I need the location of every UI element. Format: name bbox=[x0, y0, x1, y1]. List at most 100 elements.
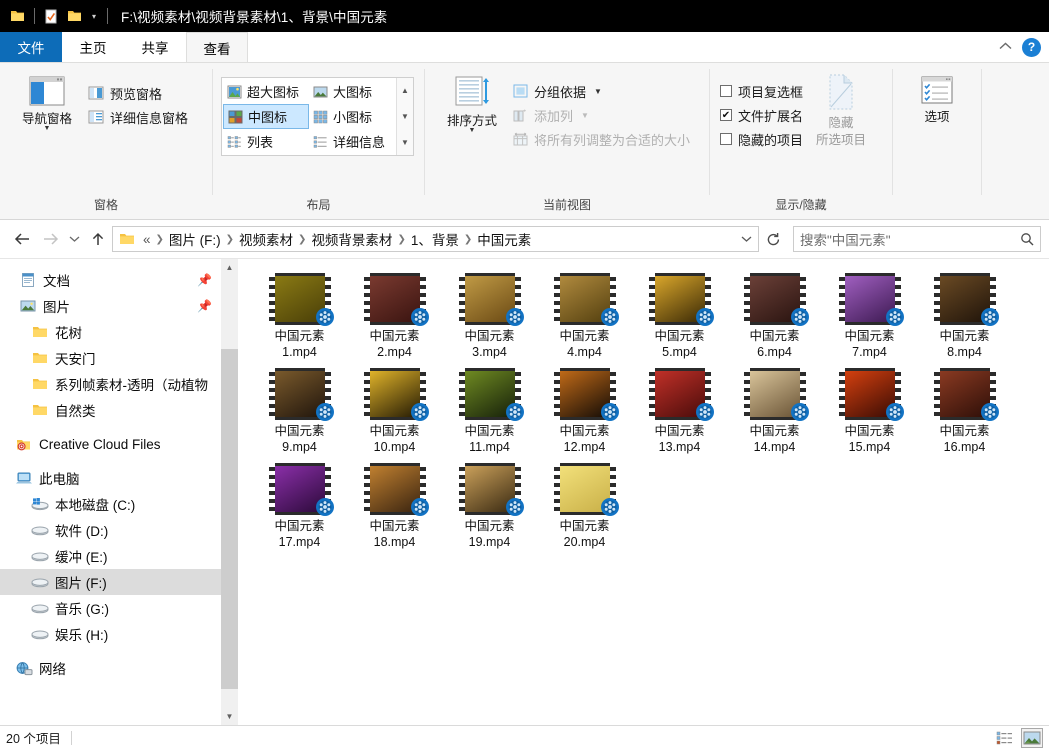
checkbox-checked-icon[interactable]: ✔ bbox=[720, 109, 732, 121]
scrollbar-thumb[interactable] bbox=[221, 349, 238, 689]
sidebar-item-this-pc[interactable]: 此电脑 bbox=[0, 465, 238, 491]
sidebar-item-creative-cloud-files[interactable]: Creative Cloud Files bbox=[0, 431, 238, 457]
checkbox-unchecked-icon[interactable] bbox=[720, 85, 732, 97]
file-thumbnail[interactable] bbox=[648, 368, 714, 421]
file-thumbnail[interactable] bbox=[458, 273, 524, 326]
gallery-expand-icon[interactable]: ▼ bbox=[397, 129, 413, 155]
sidebar-item-drive-d[interactable]: 软件 (D:) bbox=[0, 517, 238, 543]
tab-file[interactable]: 文件 bbox=[0, 32, 62, 62]
folder-icon[interactable] bbox=[6, 5, 28, 27]
sidebar-item-drive-e[interactable]: 缓冲 (E:) bbox=[0, 543, 238, 569]
group-by-button[interactable]: 分组依据 ▼ bbox=[511, 79, 692, 103]
file-item[interactable]: 中国元素 3.mp4 bbox=[442, 269, 537, 364]
checkbox-unchecked-icon[interactable] bbox=[720, 133, 732, 145]
file-thumbnail[interactable] bbox=[743, 368, 809, 421]
layout-list[interactable]: 列表 bbox=[223, 129, 309, 154]
large-icons-view-button[interactable] bbox=[1021, 727, 1043, 748]
file-item[interactable]: 中国元素 20.mp4 bbox=[537, 459, 632, 554]
file-thumbnail[interactable] bbox=[648, 273, 714, 326]
scroll-down-icon[interactable]: ▼ bbox=[221, 708, 238, 725]
breadcrumb-dropdown-icon[interactable] bbox=[736, 225, 756, 253]
tab-home[interactable]: 主页 bbox=[62, 32, 124, 62]
sidebar-item-nature[interactable]: 自然类 bbox=[0, 397, 238, 423]
options-button[interactable]: 选项 bbox=[901, 71, 973, 124]
file-item[interactable]: 中国元素 17.mp4 bbox=[252, 459, 347, 554]
preview-pane-button[interactable]: 预览窗格 bbox=[86, 81, 190, 105]
file-item[interactable]: 中国元素 1.mp4 bbox=[252, 269, 347, 364]
forward-button[interactable] bbox=[36, 225, 64, 253]
file-item[interactable]: 中国元素 4.mp4 bbox=[537, 269, 632, 364]
file-extensions-option[interactable]: ✔ 文件扩展名 bbox=[718, 103, 805, 127]
navigation-pane-button[interactable]: 导航窗格 ▼ bbox=[8, 71, 86, 132]
recent-locations-button[interactable] bbox=[64, 225, 84, 253]
file-item[interactable]: 中国元素 13.mp4 bbox=[632, 364, 727, 459]
file-thumbnail[interactable] bbox=[838, 273, 904, 326]
file-item[interactable]: 中国元素 10.mp4 bbox=[347, 364, 442, 459]
tab-share[interactable]: 共享 bbox=[124, 32, 186, 62]
sidebar-item-network[interactable]: 网络 bbox=[0, 655, 238, 681]
sidebar-item-local-disk-c[interactable]: 本地磁盘 (C:) bbox=[0, 491, 238, 517]
file-item[interactable]: 中国元素 14.mp4 bbox=[727, 364, 822, 459]
file-thumbnail[interactable] bbox=[553, 463, 619, 516]
file-item[interactable]: 中国元素 5.mp4 bbox=[632, 269, 727, 364]
file-thumbnail[interactable] bbox=[458, 463, 524, 516]
sidebar-item-drive-h[interactable]: 娱乐 (H:) bbox=[0, 621, 238, 647]
file-item[interactable]: 中国元素 9.mp4 bbox=[252, 364, 347, 459]
help-button[interactable]: ? bbox=[1022, 37, 1041, 57]
file-thumbnail[interactable] bbox=[268, 273, 334, 326]
hide-selected-items-button[interactable]: 隐藏 所选项目 bbox=[805, 71, 877, 147]
breadcrumb-overflow[interactable]: « bbox=[139, 232, 155, 247]
sidebar-item-drive-f[interactable]: 图片 (F:) bbox=[0, 569, 238, 595]
file-item[interactable]: 中国元素 8.mp4 bbox=[917, 269, 1012, 364]
breadcrumb-item-4[interactable]: 中国元素 bbox=[473, 229, 535, 249]
layout-small-icons[interactable]: 小图标 bbox=[309, 104, 395, 129]
new-folder-icon[interactable] bbox=[63, 5, 85, 27]
file-thumbnail[interactable] bbox=[933, 273, 999, 326]
scroll-down-icon[interactable]: ▼ bbox=[397, 104, 413, 130]
sidebar-scrollbar[interactable]: ▲ ▼ bbox=[221, 259, 238, 725]
breadcrumb-item-1[interactable]: 视频素材 bbox=[235, 229, 297, 249]
layout-medium-icons[interactable]: 中图标 bbox=[223, 104, 309, 129]
file-item[interactable]: 中国元素 19.mp4 bbox=[442, 459, 537, 554]
file-item[interactable]: 中国元素 12.mp4 bbox=[537, 364, 632, 459]
item-checkboxes-option[interactable]: 项目复选框 bbox=[718, 79, 805, 103]
breadcrumb-item-0[interactable]: 图片 (F:) bbox=[165, 229, 225, 249]
file-thumbnail[interactable] bbox=[268, 368, 334, 421]
tab-view[interactable]: 查看 bbox=[186, 32, 248, 62]
chevron-down-icon[interactable]: ▼ bbox=[594, 87, 602, 96]
collapse-ribbon-icon[interactable] bbox=[999, 41, 1012, 53]
layout-details[interactable]: 详细信息 bbox=[309, 129, 395, 154]
file-item[interactable]: 中国元素 11.mp4 bbox=[442, 364, 537, 459]
file-item[interactable]: 中国元素 16.mp4 bbox=[917, 364, 1012, 459]
layout-large-icons[interactable]: 大图标 bbox=[309, 79, 395, 104]
up-button[interactable] bbox=[84, 225, 112, 253]
file-thumbnail[interactable] bbox=[838, 368, 904, 421]
breadcrumb-item-2[interactable]: 视频背景素材 bbox=[307, 229, 396, 249]
layout-gallery-scrollbar[interactable]: ▲ ▼ ▼ bbox=[396, 78, 413, 155]
file-thumbnail[interactable] bbox=[268, 463, 334, 516]
back-button[interactable] bbox=[8, 225, 36, 253]
file-thumbnail[interactable] bbox=[363, 368, 429, 421]
details-view-button[interactable] bbox=[993, 728, 1015, 748]
sidebar-item-documents[interactable]: 文档 📌 bbox=[0, 267, 238, 293]
breadcrumb[interactable]: « ❯ 图片 (F:) ❯ 视频素材 ❯ 视频背景素材 ❯ 1、背景 ❯ 中国元… bbox=[112, 226, 759, 252]
sidebar-item-sequence-frames[interactable]: 系列帧素材-透明（动植物 bbox=[0, 371, 238, 397]
refresh-button[interactable] bbox=[759, 225, 787, 253]
file-item[interactable]: 中国元素 2.mp4 bbox=[347, 269, 442, 364]
sidebar-item-pictures[interactable]: 图片 📌 bbox=[0, 293, 238, 319]
hidden-items-option[interactable]: 隐藏的项目 bbox=[718, 127, 805, 151]
file-thumbnail[interactable] bbox=[933, 368, 999, 421]
file-thumbnail[interactable] bbox=[363, 273, 429, 326]
breadcrumb-item-3[interactable]: 1、背景 bbox=[407, 229, 463, 249]
scroll-up-icon[interactable]: ▲ bbox=[397, 78, 413, 104]
file-item[interactable]: 中国元素 7.mp4 bbox=[822, 269, 917, 364]
add-columns-button[interactable]: 添加列 ▼ bbox=[511, 103, 692, 127]
search-input[interactable]: 搜索"中国元素" bbox=[793, 226, 1041, 252]
file-item[interactable]: 中国元素 18.mp4 bbox=[347, 459, 442, 554]
sidebar-item-drive-g[interactable]: 音乐 (G:) bbox=[0, 595, 238, 621]
file-thumbnail[interactable] bbox=[743, 273, 809, 326]
scroll-up-icon[interactable]: ▲ bbox=[221, 259, 238, 276]
file-thumbnail[interactable] bbox=[363, 463, 429, 516]
file-thumbnail[interactable] bbox=[458, 368, 524, 421]
sort-by-button[interactable]: 排序方式 ▼ bbox=[433, 71, 511, 134]
